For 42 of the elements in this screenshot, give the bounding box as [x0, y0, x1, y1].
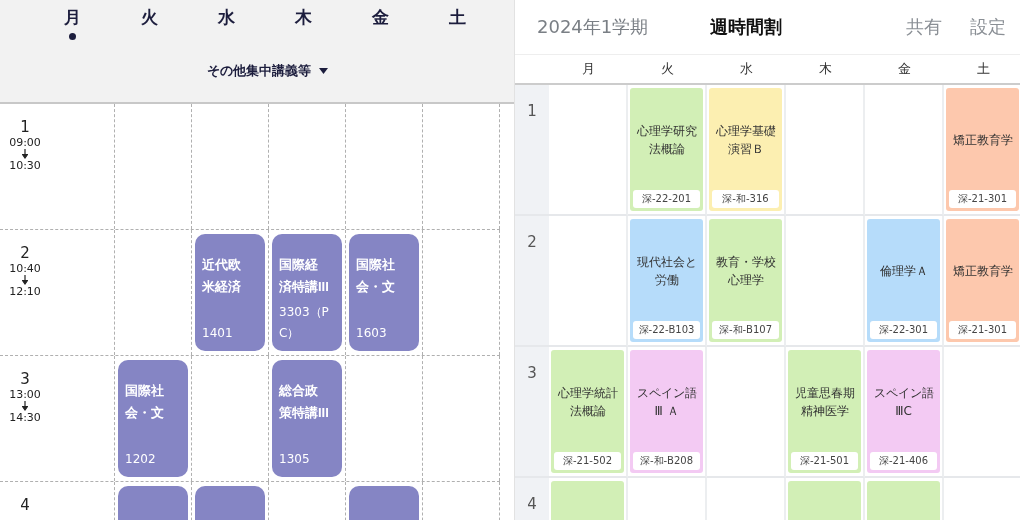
course-card[interactable]: 心理学統計法概論 深-21-502	[551, 350, 624, 473]
day-tab[interactable]: 土	[419, 6, 496, 58]
day-header: 水	[707, 55, 786, 85]
day-tab[interactable]: 金	[342, 6, 419, 58]
down-arrow-icon	[22, 149, 28, 159]
period-number: 2	[20, 244, 30, 262]
period-number: 4	[20, 496, 30, 514]
end-time: 10:30	[9, 159, 41, 172]
course-card[interactable]: 心理学基礎演習Ｂ 深-和-316	[709, 88, 782, 211]
day-header: 火	[628, 55, 707, 85]
period-cell: 2	[515, 216, 549, 347]
course-card[interactable]: スペイン語Ⅲ Ａ 深-和-B208	[630, 350, 703, 473]
down-arrow-icon	[22, 275, 28, 285]
day-tab[interactable]: 月	[34, 6, 111, 58]
course-card[interactable]: スペイン語ⅢC 深-21-406	[867, 350, 940, 473]
course-card[interactable]: 教育・学校心理学 深-和-B107	[709, 219, 782, 342]
day-tab[interactable]: 水	[188, 6, 265, 58]
empty-cell[interactable]	[865, 85, 944, 216]
course-card[interactable]: 矯正教育学 深-21-301	[946, 88, 1019, 211]
start-time: 10:40	[9, 262, 41, 275]
filter-dropdown[interactable]: その他集中講義等	[202, 58, 332, 84]
term-label[interactable]: 2024年1学期	[537, 15, 649, 39]
end-time: 12:10	[9, 285, 41, 298]
page-title: 週時間割	[710, 15, 783, 39]
course-card[interactable]: 矯正教育学 深-21-301	[946, 219, 1019, 342]
period-cell: 1	[515, 85, 549, 216]
course-card[interactable]: 倫理学Ａ 深-22-301	[867, 219, 940, 342]
day-tab[interactable]: 火	[111, 6, 188, 58]
start-time: 09:00	[9, 136, 41, 149]
period-cell: 4	[515, 478, 549, 520]
course-card[interactable]: 児童思春期精神医学 深-21-501	[788, 350, 861, 473]
start-time: 13:00	[9, 388, 41, 401]
day-tab[interactable]: 木	[265, 6, 342, 58]
end-time: 14:30	[9, 411, 41, 424]
caret-icon	[318, 68, 328, 74]
day-header: 土	[944, 55, 1020, 85]
down-arrow-icon	[22, 401, 28, 411]
period-cell: 3	[515, 347, 549, 478]
period-number: 1	[20, 118, 30, 136]
course-card[interactable]: 現代社会と労働 深-22-B103	[630, 219, 703, 342]
course-card[interactable]: 心理学研究法概論 深-22-201	[630, 88, 703, 211]
period-number: 3	[20, 370, 30, 388]
